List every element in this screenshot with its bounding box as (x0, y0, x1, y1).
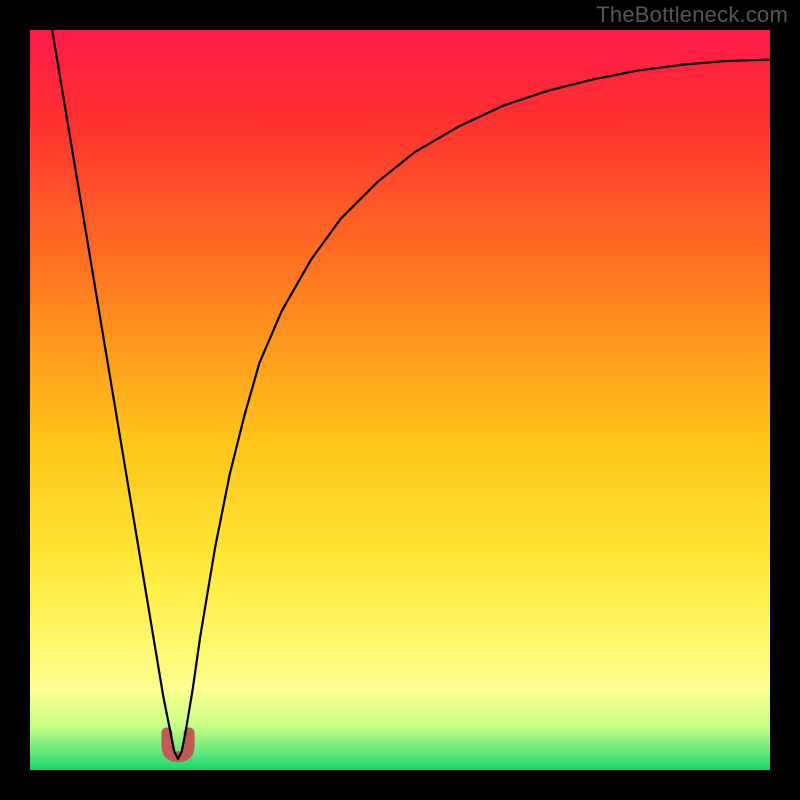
bottleneck-chart (0, 0, 800, 800)
chart-background (30, 30, 770, 770)
chart-frame: TheBottleneck.com (0, 0, 800, 800)
